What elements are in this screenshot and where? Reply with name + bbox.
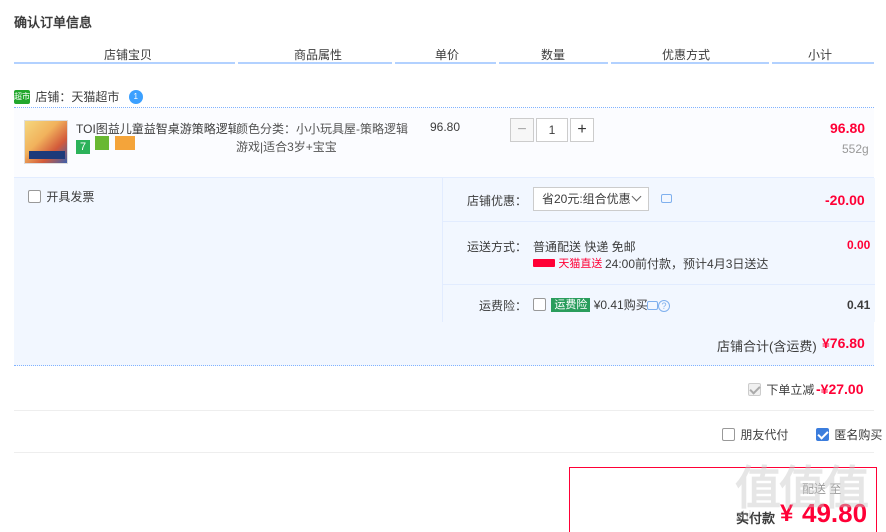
product-attr-line2: 游戏|适合3岁+宝宝	[236, 140, 337, 154]
product-title[interactable]: TOI图益儿童益智桌游策略逻辑...	[76, 120, 236, 137]
tmall-direct: 天猫直送	[533, 255, 602, 271]
invoice-option[interactable]: 开具发票	[28, 188, 94, 205]
unit-price: 96.80	[430, 120, 461, 134]
instant-discount-checkbox	[748, 383, 761, 396]
shipping-row: 运送方式： 普通配送 快递 免邮 天猫直送 24:00前付款，预计4月3日送达 …	[443, 222, 875, 285]
col-header-discount: 优惠方式	[662, 48, 711, 62]
shop-discount-row: 店铺优惠： 省20元:组合优惠 -20.00	[443, 178, 875, 222]
col-header-item: 店铺宝贝	[104, 48, 153, 62]
friend-pay-label: 朋友代付	[740, 428, 789, 442]
shop-discount-label: 店铺优惠：	[467, 194, 528, 208]
help-icon[interactable]: ?	[658, 299, 670, 312]
shop-discount-select[interactable]: 省20元:组合优惠	[533, 187, 649, 211]
item-weight: 552g	[842, 142, 869, 156]
shipping-options: 店铺优惠： 省20元:组合优惠 -20.00 运送方式： 普通配送 快递 免邮 …	[442, 178, 875, 322]
invoice-label: 开具发票	[46, 190, 95, 204]
insurance-row: 运费险： 运费险 ¥0.41购买 ? 0.41	[443, 285, 875, 322]
anonymous-label: 匿名购买	[834, 428, 883, 442]
friend-pay-option[interactable]: 朋友代付	[722, 426, 788, 443]
insurance-help[interactable]: ?	[647, 298, 670, 312]
instant-discount-amount: -¥27.00	[816, 381, 864, 397]
insurance-option[interactable]: 运费险 ¥0.41购买	[533, 296, 648, 313]
chevron-down-icon	[631, 191, 642, 202]
seven-day-return-icon: 7	[76, 140, 90, 154]
page-title: 确认订单信息	[14, 15, 93, 30]
shop-total-amount: ¥76.80	[822, 335, 865, 351]
insurance-tag: 运费险	[551, 297, 591, 312]
insurance-checkbox[interactable]	[533, 298, 546, 311]
tmall-direct-label: 天猫直送	[558, 258, 603, 270]
shop-discount-value: 省20元:组合优惠	[542, 192, 631, 206]
item-subtotal: 96.80	[830, 120, 866, 136]
shop-discount-amount: -20.00	[825, 192, 865, 208]
shop-name[interactable]: 店铺：天猫超市	[35, 90, 119, 104]
quantity-input[interactable]: 1	[536, 118, 568, 142]
friend-pay-checkbox[interactable]	[722, 428, 735, 441]
insurance-label: 运费险：	[479, 299, 528, 313]
col-header-subtotal: 小计	[808, 48, 833, 62]
shipping-eta: 24:00前付款，预计4月3日送达	[605, 257, 769, 271]
shipping-amount: 0.00	[847, 238, 871, 252]
decrease-button[interactable]: −	[510, 118, 534, 142]
watermark-url: zhi	[736, 508, 752, 522]
col-header-attr: 商品属性	[294, 48, 343, 62]
order-options-panel: 开具发票 店铺优惠： 省20元:组合优惠 -20.00 运送方式： 普通配送 快…	[14, 178, 875, 366]
shop-line: 超市 店铺：天猫超市 1	[14, 88, 874, 108]
comment-icon[interactable]	[647, 301, 658, 311]
guarantee-icon	[95, 136, 110, 150]
insurance-price: ¥0.41购买	[593, 298, 648, 312]
invoice-checkbox[interactable]	[28, 190, 41, 203]
increase-button[interactable]: +	[570, 118, 594, 142]
anonymous-checkbox[interactable]	[816, 428, 829, 441]
product-thumbnail[interactable]	[24, 120, 68, 164]
product-attr-line1: 颜色分类：小小玩具屋-策略逻辑	[236, 122, 408, 136]
divider	[14, 410, 874, 411]
anonymous-option[interactable]: 匿名购买	[816, 426, 882, 443]
card-icon	[114, 136, 135, 150]
col-header-price: 单价	[435, 48, 460, 62]
service-badges: 7	[76, 136, 135, 154]
item-row: TOI图益儿童益智桌游策略逻辑... 7 颜色分类：小小玩具屋-策略逻辑 游戏|…	[14, 108, 874, 178]
instant-discount-label: 下单立减	[766, 383, 815, 397]
table-header: 店铺宝贝 商品属性 单价 数量 优惠方式 小计	[14, 44, 874, 64]
comment-icon[interactable]	[661, 194, 672, 203]
instant-discount: 下单立减	[748, 381, 814, 398]
tmall-super-icon: 超市	[14, 89, 30, 104]
chat-icon[interactable]: 1	[128, 89, 143, 104]
col-header-qty: 数量	[541, 48, 566, 62]
quantity-stepper: − 1 +	[510, 118, 594, 142]
shop-total-label: 店铺合计(含运费)	[717, 339, 817, 354]
shipping-method: 普通配送 快递 免邮	[533, 240, 636, 254]
site-watermark: 值值值	[735, 462, 869, 514]
insurance-amount: 0.41	[847, 298, 871, 312]
tmall-logo-icon	[533, 259, 555, 267]
shipping-label: 运送方式：	[467, 240, 528, 254]
